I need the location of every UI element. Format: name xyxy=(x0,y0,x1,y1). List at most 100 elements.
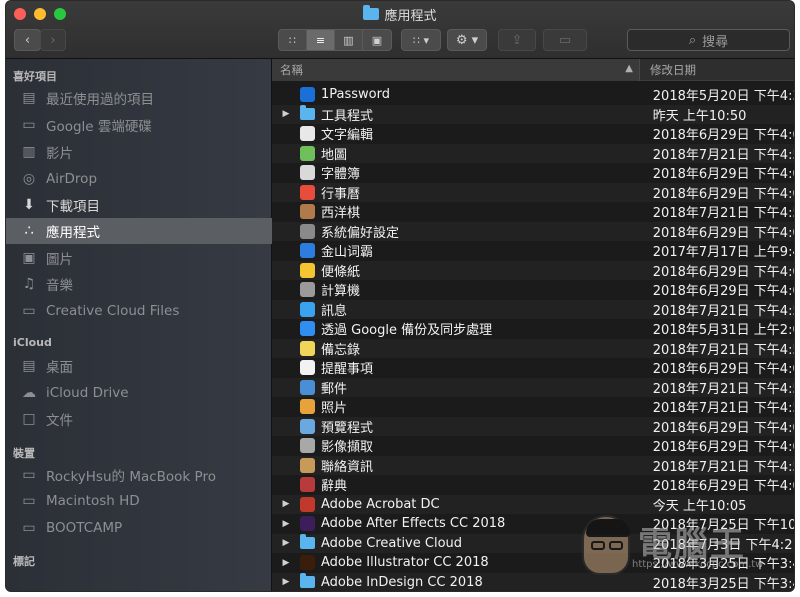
gallery-view-icon[interactable]: ▣ xyxy=(363,30,391,50)
list-view-icon[interactable]: ≡ xyxy=(307,30,335,50)
grid-icon: ∷ ▾ xyxy=(412,33,430,47)
sidebar-item-label: RockyHsu的 MacBook Pro xyxy=(46,469,216,485)
file-row[interactable]: 預覽程式 2018年6月29日 下午4:07 xyxy=(272,416,794,436)
group-by-button[interactable]: ∷ ▾ xyxy=(401,29,441,51)
app-icon xyxy=(300,360,315,376)
sidebar-item-creative-cloud-files[interactable]: ▭ Creative Cloud Files xyxy=(6,298,272,324)
chevron-right-icon: › xyxy=(50,32,56,48)
sidebar-item-movies[interactable]: ▥ 影片 xyxy=(6,139,272,165)
file-name: 辭典 xyxy=(321,479,348,495)
file-name: 工具程式 xyxy=(321,108,374,124)
file-name: 西洋棋 xyxy=(321,206,361,222)
sidebar-item-bootcamp[interactable]: ▭ BOOTCAMP xyxy=(6,515,272,541)
sort-ascending-icon: ▲ xyxy=(625,63,633,74)
file-row[interactable]: 訊息 2018年7月21日 下午4:55 xyxy=(272,299,794,319)
sidebar-item-pictures[interactable]: ▣ 圖片 xyxy=(6,245,272,271)
file-name: 金山词霸 xyxy=(321,245,374,261)
file-row[interactable]: 計算機 2018年6月29日 下午4:07 xyxy=(272,280,794,300)
app-icon xyxy=(300,223,315,239)
file-name: 影像擷取 xyxy=(321,440,374,456)
forward-button[interactable]: › xyxy=(40,29,66,51)
site-watermark: 電腦王 https://www.kocpc.com.tw xyxy=(582,511,792,589)
share-button[interactable]: ⇪ xyxy=(498,29,536,51)
gear-icon: ⚙ ▾ xyxy=(455,32,479,48)
disclosure-triangle-icon[interactable]: ▶ xyxy=(272,577,300,587)
file-row[interactable]: 照片 2018年7月21日 下午4:55 xyxy=(272,397,794,417)
back-button[interactable]: ‹ xyxy=(14,29,41,51)
disclosure-triangle-icon[interactable]: ▶ xyxy=(272,538,300,548)
app-icon xyxy=(300,418,315,434)
sidebar-item-label: Macintosh HD xyxy=(46,493,140,509)
file-name: 便條紙 xyxy=(321,264,361,280)
column-view-icon[interactable]: ▥ xyxy=(335,30,363,50)
sidebar-item-music[interactable]: ♫ 音樂 xyxy=(6,271,272,297)
recents-icon: ▤ xyxy=(22,90,36,106)
file-row[interactable]: 影像擷取 2018年6月29日 下午4:07 xyxy=(272,436,794,456)
file-row[interactable]: 地圖 2018年7月21日 下午4:55 xyxy=(272,143,794,163)
sidebar-item-documents[interactable]: □ 文件 xyxy=(6,406,272,432)
sidebar-item-label: Creative Cloud Files xyxy=(46,303,180,319)
sidebar-item-desktop[interactable]: ▤ 桌面 xyxy=(6,353,272,379)
search-input[interactable]: ⌕ 搜尋 xyxy=(627,29,790,51)
file-row[interactable]: 便條紙 2018年6月29日 下午4:07 xyxy=(272,260,794,280)
file-name: 聯絡資訊 xyxy=(321,459,374,475)
file-row[interactable]: 系統偏好設定 2018年6月29日 下午4:07 xyxy=(272,221,794,241)
disclosure-triangle-icon[interactable]: ▶ xyxy=(272,499,300,509)
file-date: 2018年6月29日 下午4:07 xyxy=(652,186,794,202)
file-date: 2018年6月29日 下午4:07 xyxy=(652,225,794,241)
sidebar-item-recents[interactable]: ▤ 最近使用過的項目 xyxy=(6,85,272,111)
file-row[interactable]: 備忘錄 2018年7月21日 下午4:55 xyxy=(272,338,794,358)
disclosure-triangle-icon[interactable]: ▶ xyxy=(272,109,300,119)
app-icon xyxy=(300,379,315,395)
column-header-name-label: 名稱 xyxy=(280,63,303,77)
file-name: Adobe Acrobat DC xyxy=(321,496,440,512)
file-name: 郵件 xyxy=(321,381,348,397)
sidebar-item-icloud-drive[interactable]: ☁ iCloud Drive xyxy=(6,380,272,406)
file-row[interactable]: 字體簿 2018年6月29日 下午4:07 xyxy=(272,163,794,183)
app-icon xyxy=(300,184,315,200)
file-row[interactable]: 文字編輯 2018年6月29日 下午4:07 xyxy=(272,124,794,144)
sidebar-item-label: 圖片 xyxy=(46,252,73,268)
disk-icon: ▭ xyxy=(22,493,36,509)
app-icon xyxy=(300,457,315,473)
sidebar-section-tags: 標記 xyxy=(13,555,35,568)
file-name: 訊息 xyxy=(321,303,348,319)
sidebar-item-downloads[interactable]: ⬇ 下載項目 xyxy=(6,192,272,218)
folder-icon xyxy=(300,534,315,550)
file-row[interactable]: 提醒事項 2018年6月29日 下午4:07 xyxy=(272,358,794,378)
file-name: 備忘錄 xyxy=(321,342,361,358)
finder-window: 應用程式 ‹ › ∷ ≡ ▥ ▣ ∷ ▾ ⚙ ▾ ⇪ ▭ ⌕ 搜尋 喜好項目 ▤… xyxy=(5,0,795,592)
sidebar-item-macbook[interactable]: ▭ RockyHsu的 MacBook Pro xyxy=(6,462,272,488)
column-header-date[interactable]: 修改日期 xyxy=(650,59,696,81)
file-row[interactable]: 金山词霸 2017年7月17日 上午9:41 xyxy=(272,241,794,261)
column-header-name[interactable]: 名稱 ▲ xyxy=(272,59,640,81)
share-icon: ⇪ xyxy=(511,32,523,48)
file-row[interactable]: 郵件 2018年7月21日 下午4:55 xyxy=(272,377,794,397)
disclosure-triangle-icon[interactable]: ▶ xyxy=(272,558,300,568)
sidebar-item-google-drive[interactable]: ▭ Google 雲端硬碟 xyxy=(6,112,272,138)
file-row[interactable]: 辭典 2018年6月29日 下午4:07 xyxy=(272,475,794,495)
folder-icon: ▭ xyxy=(22,303,36,319)
file-row[interactable]: 行事曆 2018年6月29日 下午4:07 xyxy=(272,182,794,202)
tag-icon: ▭ xyxy=(558,32,572,48)
sidebar-item-label: 文件 xyxy=(46,413,73,429)
sidebar-item-macintosh-hd[interactable]: ▭ Macintosh HD xyxy=(6,488,272,514)
file-row[interactable]: 聯絡資訊 2018年7月21日 下午4:55 xyxy=(272,455,794,475)
folder-icon xyxy=(300,105,315,121)
view-mode-control[interactable]: ∷ ≡ ▥ ▣ xyxy=(278,29,392,51)
file-row[interactable]: ▶ 工具程式 昨天 上午10:50 xyxy=(272,104,794,124)
file-date: 2018年7月21日 下午4:55 xyxy=(652,206,794,222)
tags-button[interactable]: ▭ xyxy=(543,29,587,51)
sidebar-item-applications[interactable]: ∴ 應用程式 xyxy=(6,218,272,244)
icon-view-icon[interactable]: ∷ xyxy=(279,30,307,50)
app-icon xyxy=(300,516,315,532)
file-row[interactable]: 1Password 2018年5月20日 下午4:39 xyxy=(272,85,794,105)
disclosure-triangle-icon[interactable]: ▶ xyxy=(272,519,300,529)
file-row[interactable]: 透過 Google 備份及同步處理 2018年5月31日 上午2:00 xyxy=(272,319,794,339)
folder-icon xyxy=(300,573,315,589)
sidebar-item-airdrop[interactable]: ◎ AirDrop xyxy=(6,166,272,192)
disk-icon: ▭ xyxy=(22,520,36,536)
action-menu-button[interactable]: ⚙ ▾ xyxy=(447,29,487,51)
file-row[interactable]: 西洋棋 2018年7月21日 下午4:55 xyxy=(272,202,794,222)
sidebar-item-label: 影片 xyxy=(46,146,73,162)
